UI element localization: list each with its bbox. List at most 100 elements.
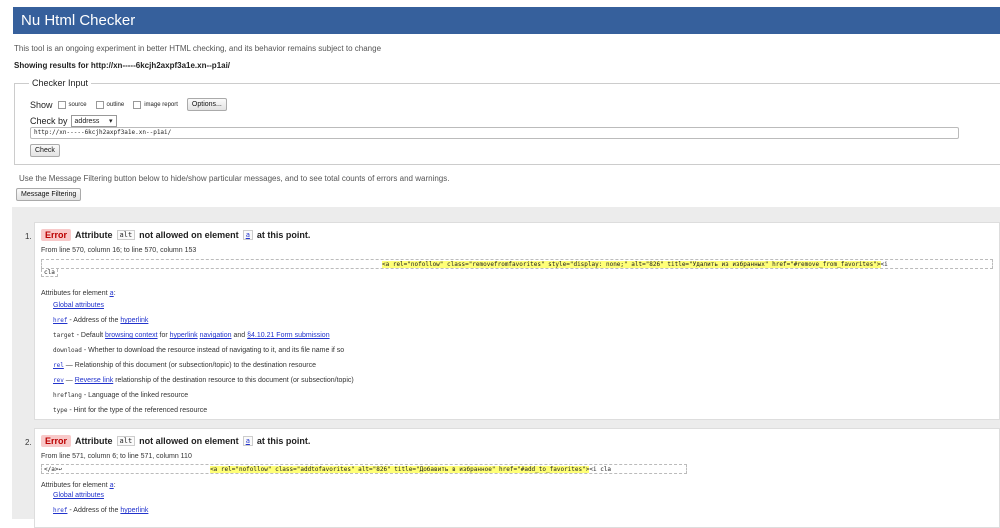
attr-rel: rel — Relationship of this document (or …: [53, 362, 316, 369]
attributes-title: Attributes for element: [41, 290, 108, 297]
hyperlink-link[interactable]: hyperlink: [120, 317, 148, 324]
attribute-code: alt: [116, 230, 136, 240]
error-badge: Error: [41, 229, 72, 241]
outline-checkbox[interactable]: outline: [95, 100, 125, 109]
attr-desc: and: [231, 332, 248, 339]
extract-highlight: <a rel="nofollow" class="addtofavorites"…: [210, 466, 590, 473]
attr-desc: — Relationship of this document (or subs…: [63, 362, 316, 369]
checkbox-box[interactable]: [95, 100, 104, 109]
attr-desc: for: [157, 332, 170, 339]
checker-input-legend: Checker Input: [29, 78, 92, 88]
href-link[interactable]: href: [53, 317, 67, 324]
check-by-select[interactable]: address ▾: [70, 115, 117, 127]
hyperlink-link[interactable]: hyperlink: [170, 332, 198, 339]
show-options-row: Show source outline image report Options…: [30, 98, 227, 111]
source-checkbox-label: source: [68, 101, 87, 108]
attr-name: type: [53, 407, 68, 414]
attr-download: download - Whether to download the resou…: [53, 347, 344, 354]
app-title: Nu Html Checker: [21, 12, 136, 29]
image-report-checkbox-label: image report: [144, 101, 178, 108]
message-item: 2. Error Attribute alt not allowed on el…: [25, 428, 1000, 528]
message-number: 2.: [25, 438, 32, 447]
url-input[interactable]: http://xn-----6kcjh2axpf3a1e.xn--p1ai/: [30, 127, 959, 139]
error-badge: Error: [41, 435, 72, 447]
href-link[interactable]: href: [53, 507, 67, 514]
message-headline: Error Attribute alt not allowed on eleme…: [41, 229, 310, 241]
browsing-context-link[interactable]: browsing context: [105, 332, 158, 339]
message-headline: Error Attribute alt not allowed on eleme…: [41, 435, 310, 447]
attr-desc: - Whether to download the resource inste…: [81, 347, 345, 354]
attr-global: Global attributes: [53, 492, 104, 499]
extract-after: <i: [880, 261, 888, 268]
attr-desc: —: [63, 377, 75, 384]
attr-desc: - Language of the linked resource: [81, 392, 189, 399]
rev-link[interactable]: rev: [53, 377, 64, 384]
global-attributes-link[interactable]: Global attributes: [53, 492, 104, 499]
attr-desc: - Address of the: [67, 317, 121, 324]
attr-desc: - Hint for the type of the referenced re…: [67, 407, 208, 414]
code-extract: <a rel="nofollow" class="removefromfavor…: [41, 259, 993, 269]
reverse-link-link[interactable]: Reverse link: [75, 377, 114, 384]
check-by-label: Check by: [30, 116, 68, 126]
check-button[interactable]: Check: [30, 144, 60, 157]
hyperlink-link[interactable]: hyperlink: [120, 507, 148, 514]
attr-desc: - Address of the: [67, 507, 121, 514]
show-label: Show: [30, 99, 53, 110]
checkbox-box[interactable]: [57, 100, 66, 109]
source-checkbox[interactable]: source: [57, 100, 87, 109]
form-submission-link[interactable]: §4.10.21 Form submission: [247, 332, 329, 339]
attributes-title: Attributes for element: [41, 482, 108, 489]
attribute-code: alt: [116, 436, 136, 446]
element-link[interactable]: a: [109, 481, 113, 489]
checker-input-panel: Checker Input Show source outline image …: [14, 78, 1000, 165]
attr-href: href - Address of the hyperlink: [53, 317, 148, 324]
attr-hreflang: hreflang - Language of the linked resour…: [53, 392, 188, 399]
attr-href: href - Address of the hyperlink: [53, 507, 148, 514]
dropdown-arrow-icon: ▾: [109, 118, 113, 125]
code-extract: </a>↩ <a rel="nofollow" class="addtofavor…: [41, 464, 687, 474]
element-link[interactable]: a: [109, 289, 113, 297]
global-attributes-link[interactable]: Global attributes: [53, 302, 104, 309]
results-area: 1. Error Attribute alt not allowed on el…: [12, 207, 1000, 528]
attr-global: Global attributes: [53, 302, 104, 309]
intro-text: This tool is an ongoing experiment in be…: [14, 44, 382, 53]
rel-link[interactable]: rel: [53, 362, 64, 369]
attributes-heading: Attributes for element a:: [41, 481, 116, 489]
element-link[interactable]: a: [242, 230, 253, 240]
app-header: Nu Html Checker: [13, 7, 1000, 34]
message-filtering-button[interactable]: Message Filtering: [16, 188, 82, 201]
showing-results: Showing results for http://xn-----6kcjh2…: [14, 61, 231, 70]
outline-checkbox-label: outline: [106, 101, 125, 108]
filter-info-text: Use the Message Filtering button below t…: [19, 174, 450, 183]
attr-type: type - Hint for the type of the referenc…: [53, 407, 207, 414]
attr-name: target: [53, 332, 75, 339]
attr-desc: relationship of the destination resource…: [113, 377, 354, 384]
extract-continuation: cla: [41, 269, 58, 277]
image-report-checkbox[interactable]: image report: [133, 100, 178, 109]
message-location: From line 571, column 6; to line 571, co…: [41, 453, 192, 460]
message-text: not allowed on element: [139, 436, 239, 446]
message-location: From line 570, column 16; to line 570, c…: [41, 247, 197, 254]
attributes-heading: Attributes for element a:: [41, 289, 116, 297]
attr-name: hreflang: [53, 392, 82, 399]
element-link[interactable]: a: [242, 436, 253, 446]
extract-before: </a>↩: [44, 466, 63, 473]
attr-name: download: [53, 347, 82, 354]
message-text: not allowed on element: [139, 230, 239, 240]
message-text: at this point.: [256, 230, 311, 240]
attr-target: target - Default browsing context for hy…: [53, 332, 330, 339]
checkbox-box[interactable]: [133, 100, 142, 109]
message-text: Attribute: [75, 230, 113, 240]
extract-after: <i cla: [589, 466, 612, 473]
check-by-value: address: [74, 117, 100, 125]
attr-desc: - Default: [74, 332, 106, 339]
message-text: at this point.: [256, 436, 311, 446]
options-button[interactable]: Options...: [186, 98, 227, 111]
check-by-row: Check by address ▾: [30, 115, 117, 127]
message-number: 1.: [25, 232, 32, 241]
attr-rev: rev — Reverse link relationship of the d…: [53, 377, 354, 384]
navigation-link[interactable]: navigation: [200, 332, 232, 339]
extract-highlight: <a rel="nofollow" class="removefromfavor…: [382, 261, 881, 268]
message-item: 1. Error Attribute alt not allowed on el…: [25, 222, 1000, 420]
message-text: Attribute: [75, 436, 113, 446]
